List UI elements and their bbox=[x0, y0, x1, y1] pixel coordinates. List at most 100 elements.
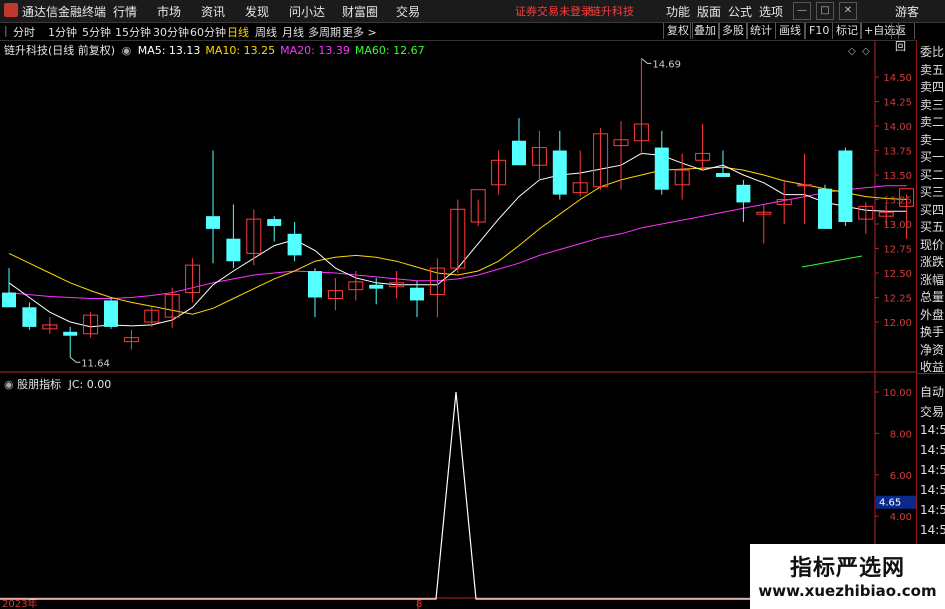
low-annotation-arrow bbox=[69, 356, 81, 363]
quote-field-label: 卖二 bbox=[920, 115, 945, 129]
high-annotation-arrow bbox=[641, 57, 652, 64]
back-button[interactable]: 返回 bbox=[891, 23, 915, 53]
stock-label[interactable]: 链升科技(日线 前复权) bbox=[4, 44, 115, 57]
minimize-icon[interactable]: — bbox=[793, 2, 811, 20]
tab-30min[interactable]: 30分钟 bbox=[153, 24, 189, 40]
indicator-tick-label: 8.00 bbox=[890, 429, 912, 440]
chart-frame: ◇ ◇ bbox=[0, 40, 916, 609]
tab-intraday[interactable]: 分时 bbox=[13, 24, 35, 40]
tab-5min[interactable]: 5分钟 bbox=[82, 24, 111, 40]
trade-time-entry: 14:56 bbox=[920, 443, 945, 457]
auto-trade-label[interactable]: 交易 bbox=[920, 403, 944, 420]
menu-item-formula[interactable]: 公式 bbox=[728, 3, 752, 20]
login-warning[interactable]: 证券交易未登录 bbox=[515, 3, 592, 19]
indicator-value: 0.00 bbox=[86, 378, 112, 391]
tab-1min[interactable]: 1分钟 bbox=[48, 24, 77, 40]
candle-body bbox=[512, 140, 526, 166]
candle-body bbox=[267, 219, 282, 226]
ma-values: MA5: 13.13 MA10: 13.25 MA20: 13.39 MA60: 12… bbox=[138, 44, 430, 57]
stock-header: 链升科技(日线 前复权) ◉ MA5: 13.13 MA10: 13.25 MA20… bbox=[4, 42, 430, 58]
watermark: 指标严选网 www.xuezhibiao.com bbox=[750, 544, 945, 609]
trade-time-entry: 14:56 bbox=[920, 463, 945, 477]
indicator-tick-label: 10.00 bbox=[883, 388, 912, 399]
indicator-name[interactable]: 股朋指标 bbox=[17, 378, 61, 391]
mark-button[interactable]: 标记 bbox=[832, 23, 862, 39]
quote-field-label: 卖四 bbox=[920, 80, 945, 94]
menu-item-quotes[interactable]: 行情 bbox=[113, 3, 137, 20]
quote-field-label: 外盘 bbox=[920, 307, 945, 322]
candle-body bbox=[369, 284, 384, 289]
trade-time-entry: 14:56 bbox=[920, 483, 945, 497]
indicator-toggle-icon[interactable]: ◉ bbox=[4, 378, 14, 391]
quote-field-label: 总量 bbox=[920, 290, 945, 304]
jc-indicator-line bbox=[0, 391, 875, 600]
quote-field-label: 买二 bbox=[920, 167, 945, 182]
menu-item-market[interactable]: 市场 bbox=[157, 3, 181, 20]
app-title: 通达信金融终端 bbox=[22, 5, 107, 19]
tab-daily[interactable]: 日线 bbox=[227, 24, 249, 40]
indicator-header: ◉ 股朋指标 JC: 0.00 bbox=[4, 376, 111, 392]
f10-button[interactable]: F10 bbox=[805, 23, 834, 39]
trade-time-entry: 14:56 bbox=[920, 523, 945, 537]
candlesticks bbox=[2, 58, 915, 358]
ma-legend-item: MA5: 13.13 bbox=[137, 44, 201, 57]
right-quote-panel: 委比 卖五 卖四 卖三 卖二 卖一 买一 买二 买三 买四 买五 现价 涨跌 涨幅 总量 外盘 换手 净资 收益 自动… bbox=[916, 40, 945, 609]
price-axis: 14.50 14.25 14.00 13.75 13.50 13.25 13.00 12.75… bbox=[2, 73, 916, 609]
quote-field-label: 现价 bbox=[920, 237, 945, 252]
ma-legend-item: MA60: 12.67 bbox=[354, 44, 425, 57]
quote-field-label: 买五 bbox=[920, 220, 945, 234]
price-tick-label: 13.75 bbox=[883, 147, 912, 158]
trade-time-entry: 14:56 bbox=[920, 423, 945, 437]
draw-line-button[interactable]: 画线 bbox=[775, 23, 805, 39]
statistics-button[interactable]: 统计 bbox=[746, 23, 776, 39]
trade-time-entry: 14:56 bbox=[920, 503, 945, 517]
candle-body bbox=[104, 300, 118, 327]
price-tick-label: 14.00 bbox=[883, 122, 912, 133]
settings-diamond-icon: ◇ bbox=[848, 46, 856, 57]
candle-body bbox=[287, 233, 302, 256]
menu-item-news[interactable]: 资讯 bbox=[201, 3, 225, 20]
candle-body bbox=[206, 216, 220, 229]
price-tick-label: 14.50 bbox=[883, 73, 912, 84]
menu-item-options[interactable]: 选项 bbox=[759, 3, 783, 20]
candle-body bbox=[2, 292, 16, 308]
quote-field-label: 买一 bbox=[920, 150, 945, 164]
menu-item-layout[interactable]: 版面 bbox=[697, 3, 721, 20]
candle-body bbox=[63, 331, 78, 336]
quote-field-label: 换手 bbox=[920, 325, 945, 339]
auto-trade-label[interactable]: 自动 bbox=[920, 383, 944, 400]
tab-monthly[interactable]: 月线 bbox=[282, 24, 304, 40]
menu-item-discover[interactable]: 发现 bbox=[245, 3, 269, 20]
quote-field-label: 涨跌 bbox=[920, 255, 945, 269]
period-toolbar: | 分时 1分钟 5分钟 15分钟 30分钟 60分钟 日线 周线 月线 多周期… bbox=[0, 23, 915, 53]
quote-field-label: 卖一 bbox=[920, 132, 945, 147]
tab-60min[interactable]: 60分钟 bbox=[190, 24, 226, 40]
candle-body bbox=[552, 150, 567, 195]
menu-item-assistant[interactable]: 问小达 bbox=[289, 3, 325, 20]
menu-bar: 通达信金融终端 行情 市场 资讯 发现 问小达 财富圈 交易 证券交易未登录 链… bbox=[0, 0, 945, 23]
current-stock-name: 链升科技 bbox=[590, 5, 634, 18]
menu-item-function[interactable]: 功能 bbox=[666, 3, 690, 20]
menu-item-trade[interactable]: 交易 bbox=[396, 3, 420, 20]
ma-toggle-icon[interactable]: ◉ bbox=[122, 44, 132, 57]
kline-chart[interactable]: ◇ ◇ 14.6911.64 14.5014.2514.0013.7513.501… bbox=[0, 40, 916, 609]
guest-label[interactable]: 游客 bbox=[895, 3, 919, 20]
tab-15min[interactable]: 15分钟 bbox=[115, 24, 151, 40]
menu-item-wealth[interactable]: 财富圈 bbox=[342, 3, 378, 20]
low-annotation-label: 11.64 bbox=[81, 358, 110, 369]
tab-more[interactable]: 更多 > bbox=[342, 24, 377, 40]
multi-stock-button[interactable]: 多股 bbox=[718, 23, 748, 39]
maximize-icon[interactable]: □ bbox=[816, 2, 834, 20]
close-icon[interactable]: ✕ bbox=[839, 2, 857, 20]
candle-body bbox=[308, 271, 322, 298]
tab-multi-period[interactable]: 多周期 bbox=[308, 24, 341, 40]
candle-body bbox=[736, 184, 751, 203]
quote-field-label: 卖五 bbox=[920, 62, 945, 77]
overlay-button[interactable]: 叠加 bbox=[690, 23, 720, 39]
ma-legend-item: MA10: 13.25 bbox=[205, 44, 276, 57]
adjust-button[interactable]: 复权 bbox=[663, 23, 693, 39]
candle-body bbox=[818, 188, 832, 229]
price-tick-label: 12.75 bbox=[883, 245, 912, 256]
quote-field-label: 买三 bbox=[920, 185, 945, 199]
tab-weekly[interactable]: 周线 bbox=[255, 24, 277, 40]
